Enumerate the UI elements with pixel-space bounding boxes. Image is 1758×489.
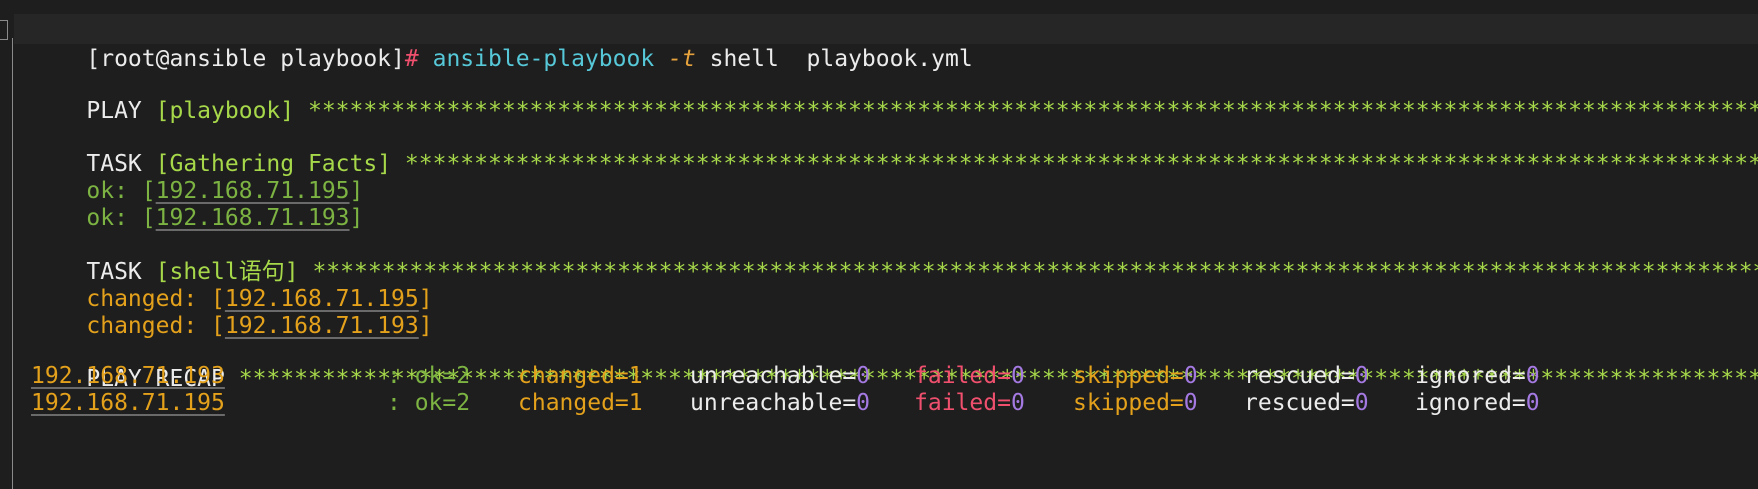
recap-ignored-value: 0 (1525, 363, 1540, 389)
recap-failed: failed=0 (914, 361, 1025, 391)
recap-rescued: rescued=0 (1244, 361, 1369, 391)
recap-row: 192.168.71.195 : ok=2 changed=1 unreacha… (0, 388, 1758, 418)
recap-failed-value: 0 (1010, 363, 1025, 389)
task-result-line: ok: [192.168.71.193] (31, 173, 363, 231)
recap-unreachable-value: 0 (856, 390, 871, 416)
task-result-line: changed: [192.168.71.193] (31, 281, 432, 339)
terminal-window[interactable]: [root@ansible playbook]# ansible-playboo… (0, 0, 1758, 489)
task-result-line: ok: [192.168.71.195] (31, 146, 363, 204)
recap-rescued-label: rescued= (1244, 390, 1355, 416)
recap-ignored: ignored=0 (1415, 388, 1540, 418)
recap-ok: : ok=2 (387, 363, 471, 389)
recap-ignored: ignored=0 (1415, 361, 1540, 391)
command-line[interactable]: [root@ansible playbook]# ansible-playboo… (31, 14, 972, 72)
recap-unreachable: unreachable=0 (690, 388, 870, 418)
recap-row: 192.168.71.193 : ok=2 changed=1 unreacha… (0, 361, 1758, 391)
recap-skipped-value: 0 (1183, 363, 1198, 389)
recap-ok: : ok=2 (387, 390, 471, 416)
recap-ignored-value: 0 (1525, 390, 1540, 416)
recap-ignored-label: ignored= (1415, 390, 1526, 416)
recap-ignored-label: ignored= (1415, 363, 1526, 389)
recap-skipped-label: skipped= (1073, 390, 1184, 416)
recap-rescued-label: rescued= (1244, 363, 1355, 389)
recap-unreachable-label: unreachable= (690, 390, 857, 416)
task-shell-header: TASK [shell语句] *************************… (31, 227, 1758, 285)
recap-host-link[interactable]: 192.168.71.193 (31, 361, 225, 391)
recap-rescued: rescued=0 (1244, 388, 1369, 418)
task-stars: ****************************************… (312, 259, 1758, 285)
recap-skipped: skipped=0 (1073, 388, 1198, 418)
recap-failed-value: 0 (1010, 390, 1025, 416)
play-header: PLAY [playbook] ************************… (31, 66, 1758, 124)
task-facts-header: TASK [Gathering Facts] *****************… (31, 119, 1758, 177)
recap-rescued-value: 0 (1354, 390, 1369, 416)
recap-skipped-value: 0 (1183, 390, 1198, 416)
recap-rescued-value: 0 (1354, 363, 1369, 389)
recap-changed: changed=1 (518, 390, 643, 416)
recap-failed-label: failed= (914, 363, 1011, 389)
recap-unreachable-value: 0 (856, 363, 871, 389)
recap-host-link[interactable]: 192.168.71.195 (31, 388, 225, 418)
recap-skipped: skipped=0 (1073, 361, 1198, 391)
task-result-line: changed: [192.168.71.195] (31, 254, 432, 312)
recap-header: PLAY RECAP *****************************… (31, 334, 1758, 392)
recap-failed-label: failed= (914, 390, 1011, 416)
fold-bracket-icon[interactable] (0, 20, 8, 40)
task-stars: ****************************************… (404, 151, 1758, 177)
recap-skipped-label: skipped= (1073, 363, 1184, 389)
recap-changed: changed=1 (518, 363, 643, 389)
recap-unreachable-label: unreachable= (690, 363, 857, 389)
recap-failed: failed=0 (914, 388, 1025, 418)
recap-unreachable: unreachable=0 (690, 361, 870, 391)
